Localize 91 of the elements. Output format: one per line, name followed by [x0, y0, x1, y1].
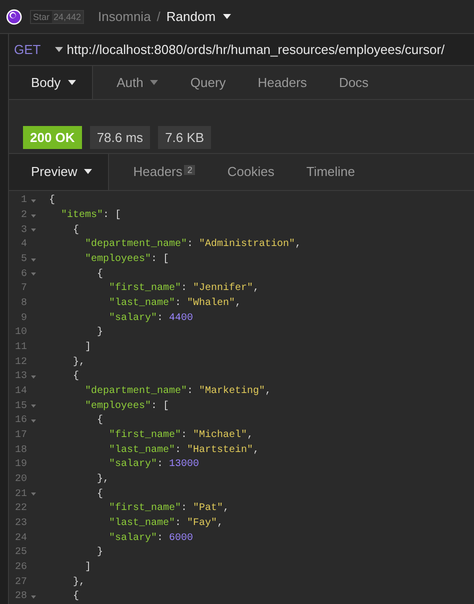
- line-number: 25: [14, 547, 27, 558]
- code-line: },: [72, 576, 86, 588]
- fold-caret-icon[interactable]: [30, 492, 36, 496]
- caret-icon: [222, 14, 231, 20]
- line-number: 3: [20, 224, 27, 236]
- star-counter[interactable]: Star 24,442: [30, 10, 84, 24]
- line-number: 12: [14, 356, 27, 368]
- code-line: },: [96, 474, 110, 485]
- code-line: "first_name": "Pat",: [108, 503, 230, 514]
- code-line: }: [96, 547, 104, 558]
- line-number: 23: [14, 518, 27, 529]
- code-line: "first_name": "Jennifer",: [108, 283, 260, 294]
- code-line: }: [96, 327, 104, 338]
- code-line: "salary": 13000: [108, 459, 200, 470]
- line-number: 18: [14, 444, 27, 456]
- line-number: 17: [14, 430, 27, 441]
- code-line: "last_name": "Fay",: [108, 518, 224, 529]
- fold-caret-icon[interactable]: [30, 228, 36, 232]
- code-line: },: [72, 356, 86, 368]
- caret-icon: [68, 80, 76, 86]
- tab[interactable]: Headers: [240, 66, 321, 100]
- code-line: {: [96, 415, 104, 426]
- code-line: "last_name": "Hartstein",: [108, 444, 260, 456]
- app-logo-icon: [6, 8, 24, 26]
- code-line: "salary": 6000: [108, 532, 194, 544]
- tab[interactable]: Headers 2: [115, 154, 210, 190]
- line-number: 4: [20, 239, 27, 250]
- line-number: 8: [20, 298, 27, 310]
- fold-caret-icon[interactable]: [30, 418, 36, 423]
- line-number: 1: [20, 195, 27, 206]
- line-number: 9: [20, 312, 27, 324]
- fold-caret-icon[interactable]: [30, 214, 36, 218]
- url-field[interactable]: http://localhost:8080/ords/hr/human_resources/employees/cursor/: [66, 42, 445, 58]
- line-number: 20: [14, 474, 27, 485]
- code-line: ]: [84, 342, 92, 353]
- line-number: 28: [14, 591, 27, 602]
- code-line: {: [48, 195, 56, 206]
- code-line: "employees": [: [84, 400, 170, 412]
- fold-caret-icon[interactable]: [30, 272, 36, 276]
- line-number: 13: [14, 371, 27, 382]
- line-number: 5: [20, 254, 27, 266]
- code-line: "salary": 4400: [108, 312, 194, 324]
- code-line: {: [96, 268, 104, 280]
- code-line: {: [72, 224, 80, 236]
- status-badge: 200 OK: [23, 126, 82, 149]
- code-line: "last_name": "Whalen",: [108, 298, 242, 310]
- line-number: 19: [14, 459, 27, 470]
- workspace-name[interactable]: Insomnia: [98, 9, 151, 24]
- tab[interactable]: Docs: [320, 66, 383, 100]
- tab[interactable]: Cookies: [209, 154, 288, 190]
- fold-caret-icon[interactable]: [30, 258, 36, 262]
- line-number: 24: [14, 532, 27, 544]
- caret-icon: [84, 169, 92, 174]
- code-line: ]: [84, 562, 92, 573]
- line-number: 21: [14, 488, 27, 500]
- response-time: 78.6 ms: [90, 126, 150, 149]
- line-number: 11: [14, 342, 27, 353]
- request-name-dropdown[interactable]: Random: [166, 9, 231, 24]
- tab[interactable]: Preview: [9, 154, 110, 190]
- line-number: 2: [20, 210, 27, 222]
- count-badge: 2: [184, 164, 196, 175]
- line-number: 26: [14, 562, 27, 573]
- code-line: "department_name": "Administration",: [84, 239, 302, 250]
- line-number: 7: [20, 283, 27, 294]
- caret-icon: [150, 80, 158, 86]
- fold-caret-icon[interactable]: [30, 404, 36, 408]
- tab[interactable]: Timeline: [288, 154, 370, 190]
- code-line: {: [96, 488, 104, 500]
- line-number: 15: [14, 400, 27, 412]
- method-dropdown[interactable]: GET: [9, 42, 63, 58]
- line-number: 16: [14, 415, 27, 426]
- line-number: 14: [14, 386, 27, 397]
- code-line: {: [72, 591, 80, 602]
- breadcrumb-separator: /: [156, 9, 160, 24]
- fold-caret-icon[interactable]: [30, 374, 36, 379]
- fold-caret-icon[interactable]: [30, 594, 36, 599]
- line-number: 10: [14, 327, 27, 338]
- tab[interactable]: Auth: [98, 66, 172, 100]
- code-line: "employees": [: [84, 254, 170, 266]
- tab[interactable]: Body: [9, 66, 93, 100]
- fold-caret-icon[interactable]: [30, 198, 36, 203]
- tab[interactable]: Query: [172, 66, 240, 100]
- response-size: 7.6 KB: [158, 126, 212, 149]
- code-line: "department_name": "Marketing",: [84, 386, 272, 397]
- caret-icon: [54, 47, 63, 52]
- line-number: 6: [20, 268, 27, 280]
- line-number: 27: [14, 576, 27, 588]
- code-line: "items": [: [60, 210, 122, 222]
- line-number: 22: [14, 503, 27, 514]
- code-line: {: [72, 371, 80, 382]
- code-line: "first_name": "Michael",: [108, 430, 254, 441]
